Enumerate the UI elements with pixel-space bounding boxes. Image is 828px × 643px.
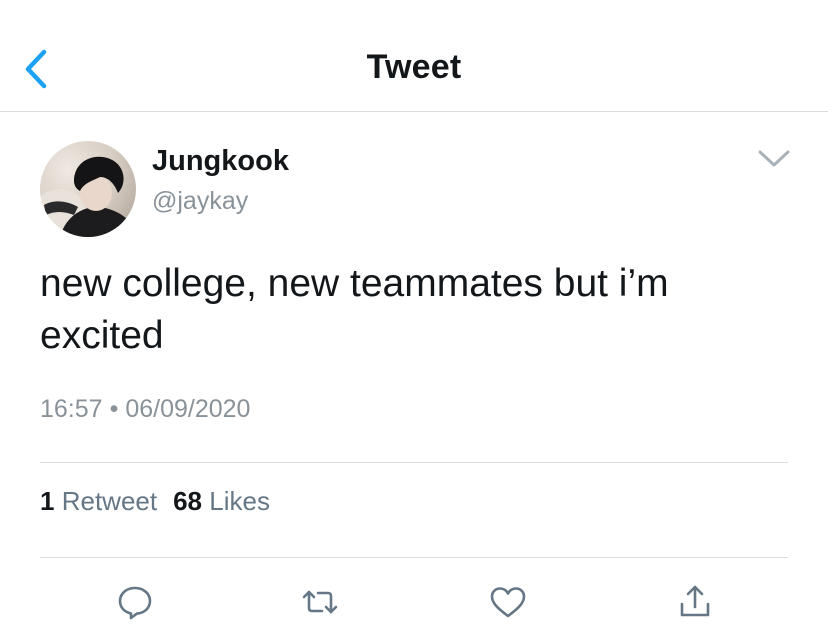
tweet-date: 06/09/2020 <box>125 395 251 423</box>
likes-count: 68 <box>173 486 203 516</box>
retweet-icon <box>302 590 338 614</box>
retweets-label: Retweet <box>61 486 158 516</box>
likes-stat[interactable]: 68 Likes <box>173 486 270 516</box>
divider <box>40 462 788 463</box>
divider <box>40 557 788 558</box>
tweet-text: new college, new teammates but i’m excit… <box>40 262 669 357</box>
like-button[interactable] <box>488 582 528 622</box>
tweet-timestamp: 16:57 • 06/09/2020 <box>40 395 250 424</box>
reply-icon <box>118 586 152 620</box>
top-nav-bar: Tweet <box>0 0 828 112</box>
avatar[interactable] <box>40 141 136 237</box>
reply-button[interactable] <box>115 582 155 622</box>
heart-icon <box>490 587 526 618</box>
avatar-photo <box>40 141 136 237</box>
engagement-stats: 1 Retweet 68 Likes <box>40 486 270 517</box>
retweets-stat[interactable]: 1 Retweet <box>40 486 157 516</box>
retweet-button[interactable] <box>300 582 340 622</box>
more-options-button[interactable] <box>754 146 794 172</box>
separator-dot: • <box>109 395 119 423</box>
chevron-down-icon <box>758 150 790 167</box>
share-icon <box>680 585 710 617</box>
likes-label: Likes <box>209 486 270 516</box>
page-title: Tweet <box>366 48 462 86</box>
share-button[interactable] <box>675 582 715 622</box>
tweet-time: 16:57 <box>40 395 103 423</box>
author-display-name[interactable]: Jungkook <box>152 145 289 178</box>
retweets-count: 1 <box>40 486 55 516</box>
author-handle[interactable]: @jaykay <box>152 187 248 216</box>
